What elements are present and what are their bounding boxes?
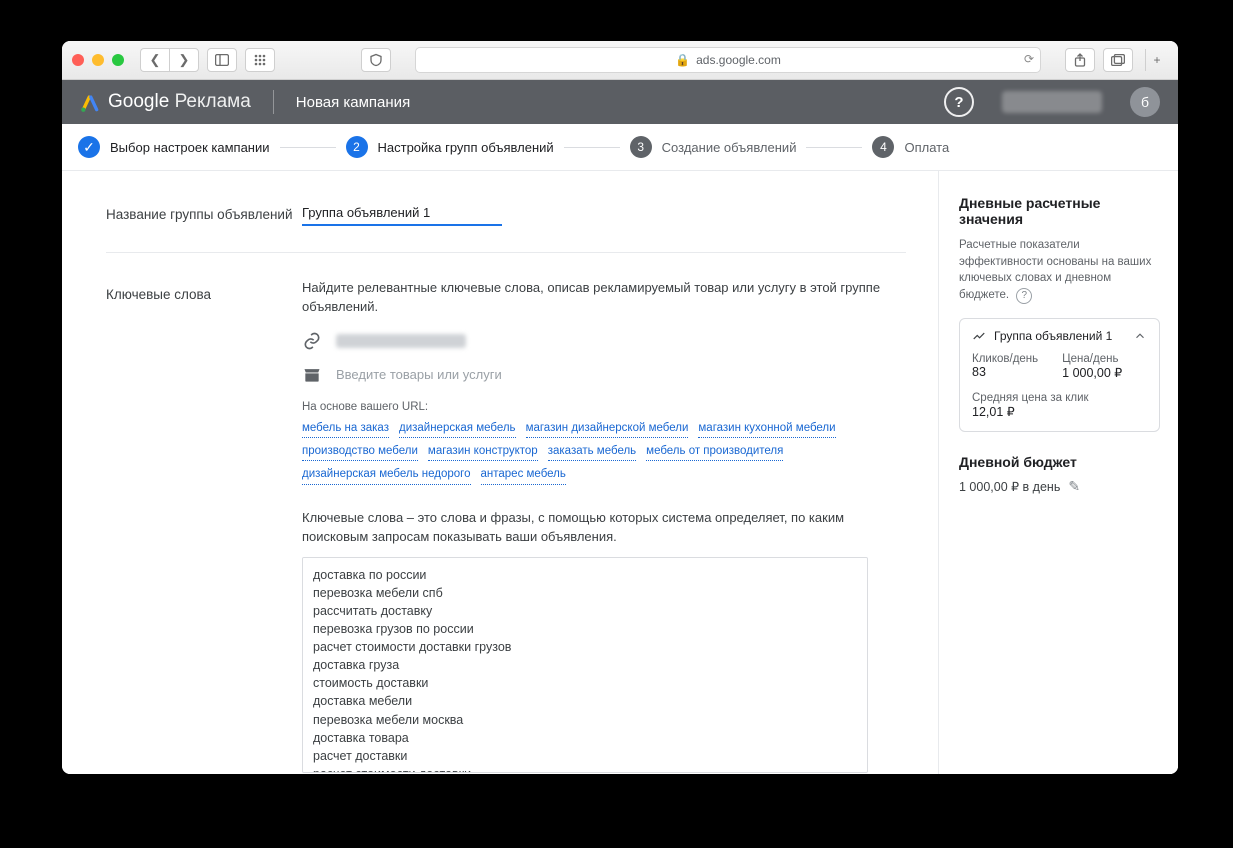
right-rail: Дневные расчетные значения Расчетные пок…: [938, 171, 1178, 774]
brand-google: Google: [108, 91, 169, 112]
new-tab-button[interactable]: +: [1145, 49, 1168, 71]
keyword-suggestion[interactable]: мебель на заказ: [302, 419, 389, 438]
daily-estimates-title: Дневные расчетные значения: [959, 195, 1160, 227]
estimate-card-title: Группа объявлений 1: [994, 329, 1112, 343]
keyword-suggestions: мебель на заказ дизайнерская мебель магази…: [302, 419, 862, 485]
step-3-label: Создание объявлений: [662, 140, 797, 155]
account-switcher[interactable]: [1002, 91, 1102, 113]
keywords-textarea[interactable]: [302, 557, 868, 773]
keyword-suggestion[interactable]: магазин дизайнерской мебели: [526, 419, 689, 438]
keyword-suggestion[interactable]: магазин кухонной мебели: [698, 419, 835, 438]
step-4-label: Оплата: [904, 140, 949, 155]
safari-toolbar: ❮ ❯ 🔒 ads.google.com ⟳ +: [62, 41, 1178, 80]
price-value: 1 000,00 ₽: [1062, 365, 1122, 380]
step-2-label: Настройка групп объявлений: [378, 140, 554, 155]
step-2-number: 2: [346, 136, 368, 158]
step-1[interactable]: ✓ Выбор настроек кампании: [78, 136, 270, 158]
keywords-desc: Ключевые слова – это слова и фразы, с по…: [302, 509, 862, 547]
keywords-find-desc: Найдите релевантные ключевые слова, опис…: [302, 279, 902, 317]
estimate-card: Группа объявлений 1 Кликов/день 83 Цена/…: [959, 318, 1160, 432]
reload-icon[interactable]: ⟳: [1024, 52, 1034, 66]
nav-back-forward: ❮ ❯: [140, 48, 199, 72]
window-controls: [72, 54, 124, 66]
keyword-suggestion[interactable]: заказать мебель: [548, 442, 636, 461]
cpc-label: Средняя цена за клик: [972, 392, 1147, 404]
step-connector: [280, 147, 336, 148]
daily-budget-value: 1 000,00 ₽ в день: [959, 479, 1060, 494]
keyword-suggestion[interactable]: антарес мебель: [481, 465, 566, 484]
site-url-redacted[interactable]: [336, 334, 466, 348]
info-icon[interactable]: ?: [1016, 288, 1032, 304]
daily-estimates-sub: Расчетные показатели эффективности основ…: [959, 237, 1160, 304]
window-close-button[interactable]: [72, 54, 84, 66]
keyword-suggestion[interactable]: производство мебели: [302, 442, 418, 461]
step-3-number: 3: [630, 136, 652, 158]
address-url: ads.google.com: [696, 53, 781, 67]
url-input-row: [302, 331, 906, 351]
edit-budget-button[interactable]: ✎: [1068, 478, 1080, 495]
keyword-suggestion[interactable]: мебель от производителя: [646, 442, 783, 461]
price-label: Цена/день: [1062, 353, 1122, 365]
keyword-suggestion[interactable]: дизайнерская мебель недорого: [302, 465, 471, 484]
link-icon: [302, 331, 322, 351]
nav-forward-button[interactable]: ❯: [169, 48, 199, 72]
products-placeholder[interactable]: Введите товары или услуги: [336, 367, 502, 382]
step-connector: [806, 147, 862, 148]
lock-icon: 🔒: [675, 53, 690, 67]
cpc-value: 12,01 ₽: [972, 404, 1147, 419]
chevron-up-icon[interactable]: [1133, 329, 1147, 343]
tabs-overview-button[interactable]: [1103, 48, 1133, 72]
nav-back-button[interactable]: ❮: [140, 48, 169, 72]
step-connector: [564, 147, 620, 148]
clicks-value: 83: [972, 365, 1038, 379]
help-button[interactable]: ?: [944, 87, 974, 117]
check-icon: ✓: [78, 136, 100, 158]
google-ads-icon: [80, 93, 98, 111]
step-2[interactable]: 2 Настройка групп объявлений: [346, 136, 554, 158]
page-title: Новая кампания: [296, 94, 410, 111]
step-3[interactable]: 3 Создание объявлений: [630, 136, 797, 158]
sidebar-toggle-button[interactable]: [207, 48, 237, 72]
window-minimize-button[interactable]: [92, 54, 104, 66]
app-brand: Google Реклама: [80, 91, 251, 113]
keywords-section: Ключевые слова Найдите релевантные ключе…: [106, 279, 906, 774]
step-4[interactable]: 4 Оплата: [872, 136, 949, 158]
main-panel: Название группы объявлений Ключевые слов…: [62, 171, 938, 774]
section-divider: [106, 252, 906, 253]
step-4-number: 4: [872, 136, 894, 158]
tab-grid-button[interactable]: [245, 48, 275, 72]
adgroup-name-input[interactable]: [302, 199, 502, 226]
campaign-stepper: ✓ Выбор настроек кампании 2 Настройка гр…: [62, 124, 1178, 171]
window-zoom-button[interactable]: [112, 54, 124, 66]
storefront-icon: [302, 365, 322, 385]
url-base-label: На основе вашего URL:: [302, 401, 428, 413]
share-button[interactable]: [1065, 48, 1095, 72]
trend-icon: [972, 329, 986, 343]
address-bar[interactable]: 🔒 ads.google.com ⟳: [415, 47, 1041, 73]
adgroup-name-label: Название группы объявлений: [106, 199, 302, 222]
step-1-label: Выбор настроек кампании: [110, 140, 270, 155]
browser-window: ❮ ❯ 🔒 ads.google.com ⟳ +: [62, 41, 1178, 774]
page-body: Название группы объявлений Ключевые слов…: [62, 171, 1178, 774]
clicks-label: Кликов/день: [972, 353, 1038, 365]
avatar[interactable]: б: [1130, 87, 1160, 117]
products-input-row: Введите товары или услуги: [302, 365, 906, 385]
brand-product: Реклама: [175, 91, 251, 112]
keyword-suggestion[interactable]: дизайнерская мебель: [399, 419, 516, 438]
header-divider: [273, 90, 274, 114]
app-root: Google Реклама Новая кампания ? б ✓ Выбо…: [62, 80, 1178, 774]
keywords-label: Ключевые слова: [106, 279, 302, 302]
privacy-report-button[interactable]: [361, 48, 391, 72]
keyword-suggestion[interactable]: магазин конструктор: [428, 442, 538, 461]
app-header: Google Реклама Новая кампания ? б: [62, 80, 1178, 124]
daily-budget-title: Дневной бюджет: [959, 454, 1160, 470]
adgroup-name-row: Название группы объявлений: [106, 199, 906, 226]
